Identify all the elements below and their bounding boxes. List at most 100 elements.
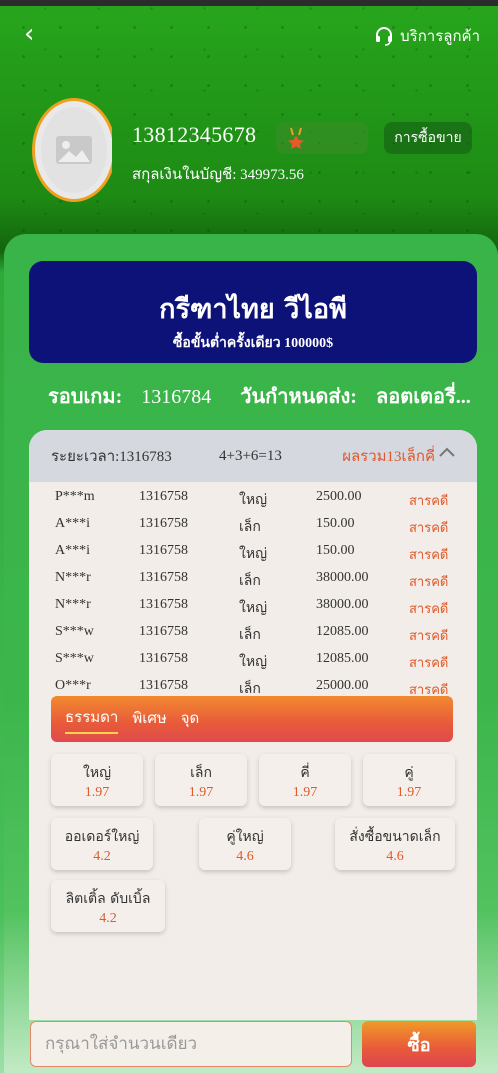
- bet-option-label: เล็ก: [190, 765, 212, 781]
- top-bar: ‹ บริการลูกค้า: [0, 6, 498, 62]
- history-type: เล็ก: [239, 574, 261, 589]
- banner-title: กรีฑาไทย วีไอพี: [159, 294, 347, 325]
- bet-option-odds: 4.2: [99, 911, 117, 926]
- trade-button[interactable]: การซื้อขาย: [384, 122, 472, 154]
- chevron-left-icon: ‹: [24, 19, 35, 49]
- history-result: สารคดี: [409, 656, 449, 671]
- history-header[interactable]: ระยะเวลา:1316783 4+3+6=13 ผลรวม13เล็กคี่: [29, 430, 477, 482]
- bet-footer: ซื้อ: [0, 1014, 498, 1073]
- history-amount: 150.00: [316, 543, 355, 558]
- history-user: S***w: [55, 624, 94, 639]
- deadline-label: วันกำหนดส่ง:: [240, 386, 357, 408]
- game-banner: กรีฑาไทย วีไอพี ซื้อขั้นต่ำครั้งเดียว 10…: [29, 261, 477, 363]
- history-type: เล็ก: [239, 628, 261, 643]
- history-user: P***m: [55, 489, 95, 504]
- customer-service-link[interactable]: บริการลูกค้า: [374, 22, 480, 50]
- history-amount: 38000.00: [316, 597, 369, 612]
- history-amount: 150.00: [316, 516, 355, 531]
- history-type: ใหญ่: [239, 493, 267, 508]
- bet-option-label: ออเดอร์ใหญ่: [64, 829, 140, 845]
- app-screen: ‹ บริการลูกค้า 13812345678 การซื้อขาย สก…: [0, 6, 498, 1073]
- bet-option-label: คี่: [300, 765, 310, 781]
- history-result: สารคดี: [409, 683, 449, 696]
- history-result: สารคดี: [409, 575, 449, 590]
- amount-input[interactable]: [30, 1021, 352, 1067]
- history-user: S***w: [55, 651, 94, 666]
- profile-section: 13812345678 การซื้อขาย สกุลเงินในบัญชี: …: [0, 92, 498, 212]
- bet-option-big[interactable]: ใหญ่ 1.97: [51, 754, 143, 806]
- history-result: สารคดี: [409, 548, 449, 563]
- history-result: สารคดี: [409, 629, 449, 644]
- history-user: A***i: [55, 516, 90, 531]
- history-result: สารคดี: [409, 521, 449, 536]
- vip-medal-icon: [288, 127, 304, 149]
- history-amount: 25000.00: [316, 678, 369, 693]
- bet-option-label: คู่: [404, 765, 414, 781]
- customer-service-label: บริการลูกค้า: [400, 27, 480, 45]
- image-placeholder-icon: [56, 136, 92, 164]
- list-item: P***m 1316758 ใหญ่ 2500.00 สารคดี: [29, 484, 477, 511]
- history-type: ใหญ่: [239, 601, 267, 616]
- history-user: N***r: [55, 597, 91, 612]
- history-type: เล็ก: [239, 520, 261, 535]
- list-item: N***r 1316758 เล็ก 38000.00 สารคดี: [29, 565, 477, 592]
- deadline-value: ลอตเตอรี่...: [375, 386, 471, 408]
- history-result: สารคดี: [409, 602, 449, 617]
- list-item: A***i 1316758 เล็ก 150.00 สารคดี: [29, 511, 477, 538]
- last-period: ระยะเวลา:1316783: [51, 449, 172, 465]
- banner-subtitle: ซื้อขั้นต่ำครั้งเดียว 100000$: [172, 336, 334, 351]
- list-item: N***r 1316758 ใหญ่ 38000.00 สารคดี: [29, 592, 477, 619]
- bet-option-odd[interactable]: คี่ 1.97: [259, 754, 351, 806]
- main-panel: กรีฑาไทย วีไอพี ซื้อขั้นต่ำครั้งเดียว 10…: [4, 234, 498, 1073]
- headset-icon: [376, 27, 393, 46]
- round-info: รอบเกม: 1316784 วันกำหนดส่ง: ลอตเตอรี่..…: [48, 380, 478, 414]
- bet-history-list[interactable]: P***m 1316758 ใหญ่ 2500.00 สารคดี A***i …: [29, 482, 477, 696]
- history-period: 1316758: [139, 570, 188, 585]
- list-item: S***w 1316758 เล็ก 12085.00 สารคดี: [29, 619, 477, 646]
- history-period: 1316758: [139, 489, 188, 504]
- dice-result: 4+3+6=13: [219, 447, 282, 464]
- buy-button[interactable]: ซื้อ: [362, 1021, 476, 1067]
- bet-option-big-order[interactable]: ออเดอร์ใหญ่ 4.2: [51, 818, 153, 870]
- history-user: N***r: [55, 570, 91, 585]
- betting-content: ระยะเวลา:1316783 4+3+6=13 ผลรวม13เล็กคี่…: [29, 430, 477, 1020]
- tab-normal[interactable]: ธรรมดา: [65, 705, 119, 734]
- bet-option-odds: 1.97: [396, 785, 422, 800]
- history-type: ใหญ่: [239, 547, 267, 562]
- bet-option-small[interactable]: เล็ก 1.97: [155, 754, 247, 806]
- history-amount: 12085.00: [316, 651, 369, 666]
- list-item: A***i 1316758 ใหญ่ 150.00 สารคดี: [29, 538, 477, 565]
- bet-type-tabs: ธรรมดา พิเศษ จุด: [51, 696, 453, 742]
- history-result: สารคดี: [409, 494, 449, 509]
- bet-option-odds: 4.6: [386, 849, 404, 864]
- round-number: 1316784: [141, 386, 212, 408]
- bet-option-odds: 1.97: [188, 785, 214, 800]
- bet-option-little-double[interactable]: ลิตเติ้ล ดับเบิ้ล 4.2: [51, 880, 165, 932]
- list-item: S***w 1316758 ใหญ่ 12085.00 สารคดี: [29, 646, 477, 673]
- bet-option-label: คู่ใหญ่: [226, 829, 264, 845]
- sum-result: ผลรวม13เล็กคี่: [342, 449, 435, 465]
- bet-option-label: ใหญ่: [83, 765, 111, 781]
- history-period: 1316758: [139, 678, 188, 693]
- bet-option-big-even[interactable]: คู่ใหญ่ 4.6: [199, 818, 291, 870]
- history-period: 1316758: [139, 543, 188, 558]
- history-period: 1316758: [139, 651, 188, 666]
- avatar[interactable]: [32, 98, 112, 202]
- chevron-up-icon[interactable]: [439, 446, 455, 458]
- list-item: O***r 1316758 เล็ก 25000.00 สารคดี: [29, 673, 477, 696]
- history-period: 1316758: [139, 624, 188, 639]
- account-balance: สกุลเงินในบัญชี: 349973.56: [132, 167, 304, 183]
- bet-option-even[interactable]: คู่ 1.97: [363, 754, 455, 806]
- back-button[interactable]: ‹: [24, 20, 52, 48]
- history-user: A***i: [55, 543, 90, 558]
- round-label: รอบเกม:: [48, 386, 123, 408]
- history-period: 1316758: [139, 516, 188, 531]
- history-period: 1316758: [139, 597, 188, 612]
- bet-option-small-order[interactable]: สั่งซื้อขนาดเล็ก 4.6: [335, 818, 455, 870]
- history-user: O***r: [55, 678, 91, 693]
- history-amount: 2500.00: [316, 489, 362, 504]
- tab-points[interactable]: จุด: [181, 706, 200, 733]
- history-type: ใหญ่: [239, 655, 267, 670]
- tab-special[interactable]: พิเศษ: [132, 706, 166, 733]
- bet-option-odds: 1.97: [292, 785, 318, 800]
